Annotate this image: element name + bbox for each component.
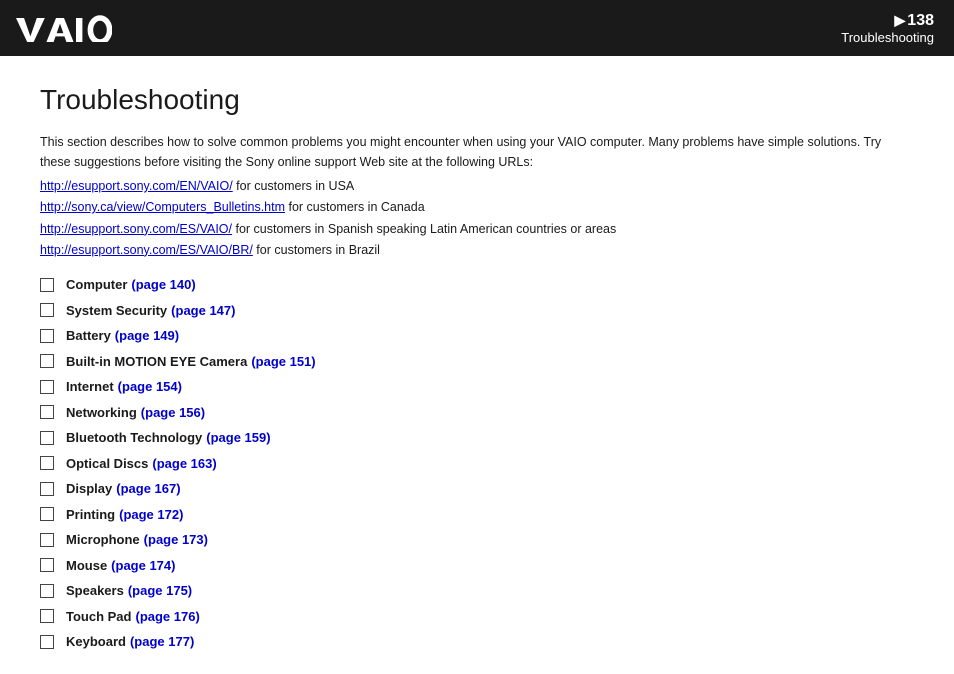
intro-paragraph: This section describes how to solve comm… <box>40 132 914 172</box>
url-line-2: http://sony.ca/view/Computers_Bulletins.… <box>40 197 914 218</box>
checkbox-icon <box>40 329 54 343</box>
toc-list-item: Display (page 167) <box>40 479 914 499</box>
toc-item-page[interactable]: (page 167) <box>116 479 180 499</box>
toc-list-item: Networking (page 156) <box>40 403 914 423</box>
url-4[interactable]: http://esupport.sony.com/ES/VAIO/BR/ <box>40 243 253 257</box>
url-2[interactable]: http://sony.ca/view/Computers_Bulletins.… <box>40 200 285 214</box>
toc-item-label[interactable]: Microphone <box>66 530 140 550</box>
toc-list: Computer (page 140) System Security (page… <box>40 275 914 652</box>
toc-item-page[interactable]: (page 173) <box>144 530 208 550</box>
toc-item-page[interactable]: (page 174) <box>111 556 175 576</box>
vaio-logo <box>16 14 112 42</box>
toc-item-page[interactable]: (page 159) <box>206 428 270 448</box>
toc-item-page[interactable]: (page 151) <box>251 352 315 372</box>
checkbox-icon <box>40 558 54 572</box>
toc-item-page[interactable]: (page 175) <box>128 581 192 601</box>
checkbox-icon <box>40 431 54 445</box>
checkbox-icon <box>40 507 54 521</box>
toc-list-item: Optical Discs (page 163) <box>40 454 914 474</box>
toc-item-page[interactable]: (page 154) <box>118 377 182 397</box>
toc-list-item: Speakers (page 175) <box>40 581 914 601</box>
url-list: http://esupport.sony.com/EN/VAIO/ for cu… <box>40 176 914 261</box>
toc-item-label[interactable]: Speakers <box>66 581 124 601</box>
toc-list-item: Battery (page 149) <box>40 326 914 346</box>
checkbox-icon <box>40 278 54 292</box>
toc-list-item: Bluetooth Technology (page 159) <box>40 428 914 448</box>
header-section-title: Troubleshooting <box>841 30 934 45</box>
checkbox-icon <box>40 609 54 623</box>
toc-item-label[interactable]: Bluetooth Technology <box>66 428 202 448</box>
toc-item-page[interactable]: (page 149) <box>115 326 179 346</box>
toc-item-label[interactable]: Display <box>66 479 112 499</box>
toc-item-page[interactable]: (page 140) <box>131 275 195 295</box>
main-content: Troubleshooting This section describes h… <box>0 56 954 674</box>
header-page-block: ▶138 Troubleshooting <box>841 12 934 45</box>
toc-item-label[interactable]: System Security <box>66 301 167 321</box>
toc-item-page[interactable]: (page 176) <box>135 607 199 627</box>
toc-list-item: System Security (page 147) <box>40 301 914 321</box>
toc-list-item: Built-in MOTION EYE Camera (page 151) <box>40 352 914 372</box>
toc-item-page[interactable]: (page 172) <box>119 505 183 525</box>
checkbox-icon <box>40 303 54 317</box>
toc-item-label[interactable]: Internet <box>66 377 114 397</box>
checkbox-icon <box>40 354 54 368</box>
toc-item-label[interactable]: Built-in MOTION EYE Camera <box>66 352 247 372</box>
checkbox-icon <box>40 584 54 598</box>
header: ▶138 Troubleshooting <box>0 0 954 56</box>
url-line-3: http://esupport.sony.com/ES/VAIO/ for cu… <box>40 219 914 240</box>
toc-item-label[interactable]: Computer <box>66 275 127 295</box>
page-title: Troubleshooting <box>40 84 914 116</box>
toc-item-label[interactable]: Printing <box>66 505 115 525</box>
url-3[interactable]: http://esupport.sony.com/ES/VAIO/ <box>40 222 232 236</box>
url-line-1: http://esupport.sony.com/EN/VAIO/ for cu… <box>40 176 914 197</box>
checkbox-icon <box>40 380 54 394</box>
toc-item-page[interactable]: (page 147) <box>171 301 235 321</box>
toc-list-item: Touch Pad (page 176) <box>40 607 914 627</box>
checkbox-icon <box>40 405 54 419</box>
toc-item-label[interactable]: Networking <box>66 403 137 423</box>
toc-list-item: Microphone (page 173) <box>40 530 914 550</box>
toc-item-label[interactable]: Battery <box>66 326 111 346</box>
url-1[interactable]: http://esupport.sony.com/EN/VAIO/ <box>40 179 233 193</box>
toc-item-label[interactable]: Mouse <box>66 556 107 576</box>
url-line-4: http://esupport.sony.com/ES/VAIO/BR/ for… <box>40 240 914 261</box>
toc-list-item: Mouse (page 174) <box>40 556 914 576</box>
checkbox-icon <box>40 456 54 470</box>
checkbox-icon <box>40 635 54 649</box>
header-page-number: ▶138 <box>895 12 934 29</box>
toc-item-page[interactable]: (page 163) <box>152 454 216 474</box>
toc-list-item: Computer (page 140) <box>40 275 914 295</box>
toc-list-item: Printing (page 172) <box>40 505 914 525</box>
toc-list-item: Keyboard (page 177) <box>40 632 914 652</box>
toc-item-label[interactable]: Optical Discs <box>66 454 148 474</box>
toc-list-item: Internet (page 154) <box>40 377 914 397</box>
checkbox-icon <box>40 533 54 547</box>
toc-item-label[interactable]: Touch Pad <box>66 607 131 627</box>
toc-item-page[interactable]: (page 177) <box>130 632 194 652</box>
toc-item-page[interactable]: (page 156) <box>141 403 205 423</box>
checkbox-icon <box>40 482 54 496</box>
toc-item-label[interactable]: Keyboard <box>66 632 126 652</box>
